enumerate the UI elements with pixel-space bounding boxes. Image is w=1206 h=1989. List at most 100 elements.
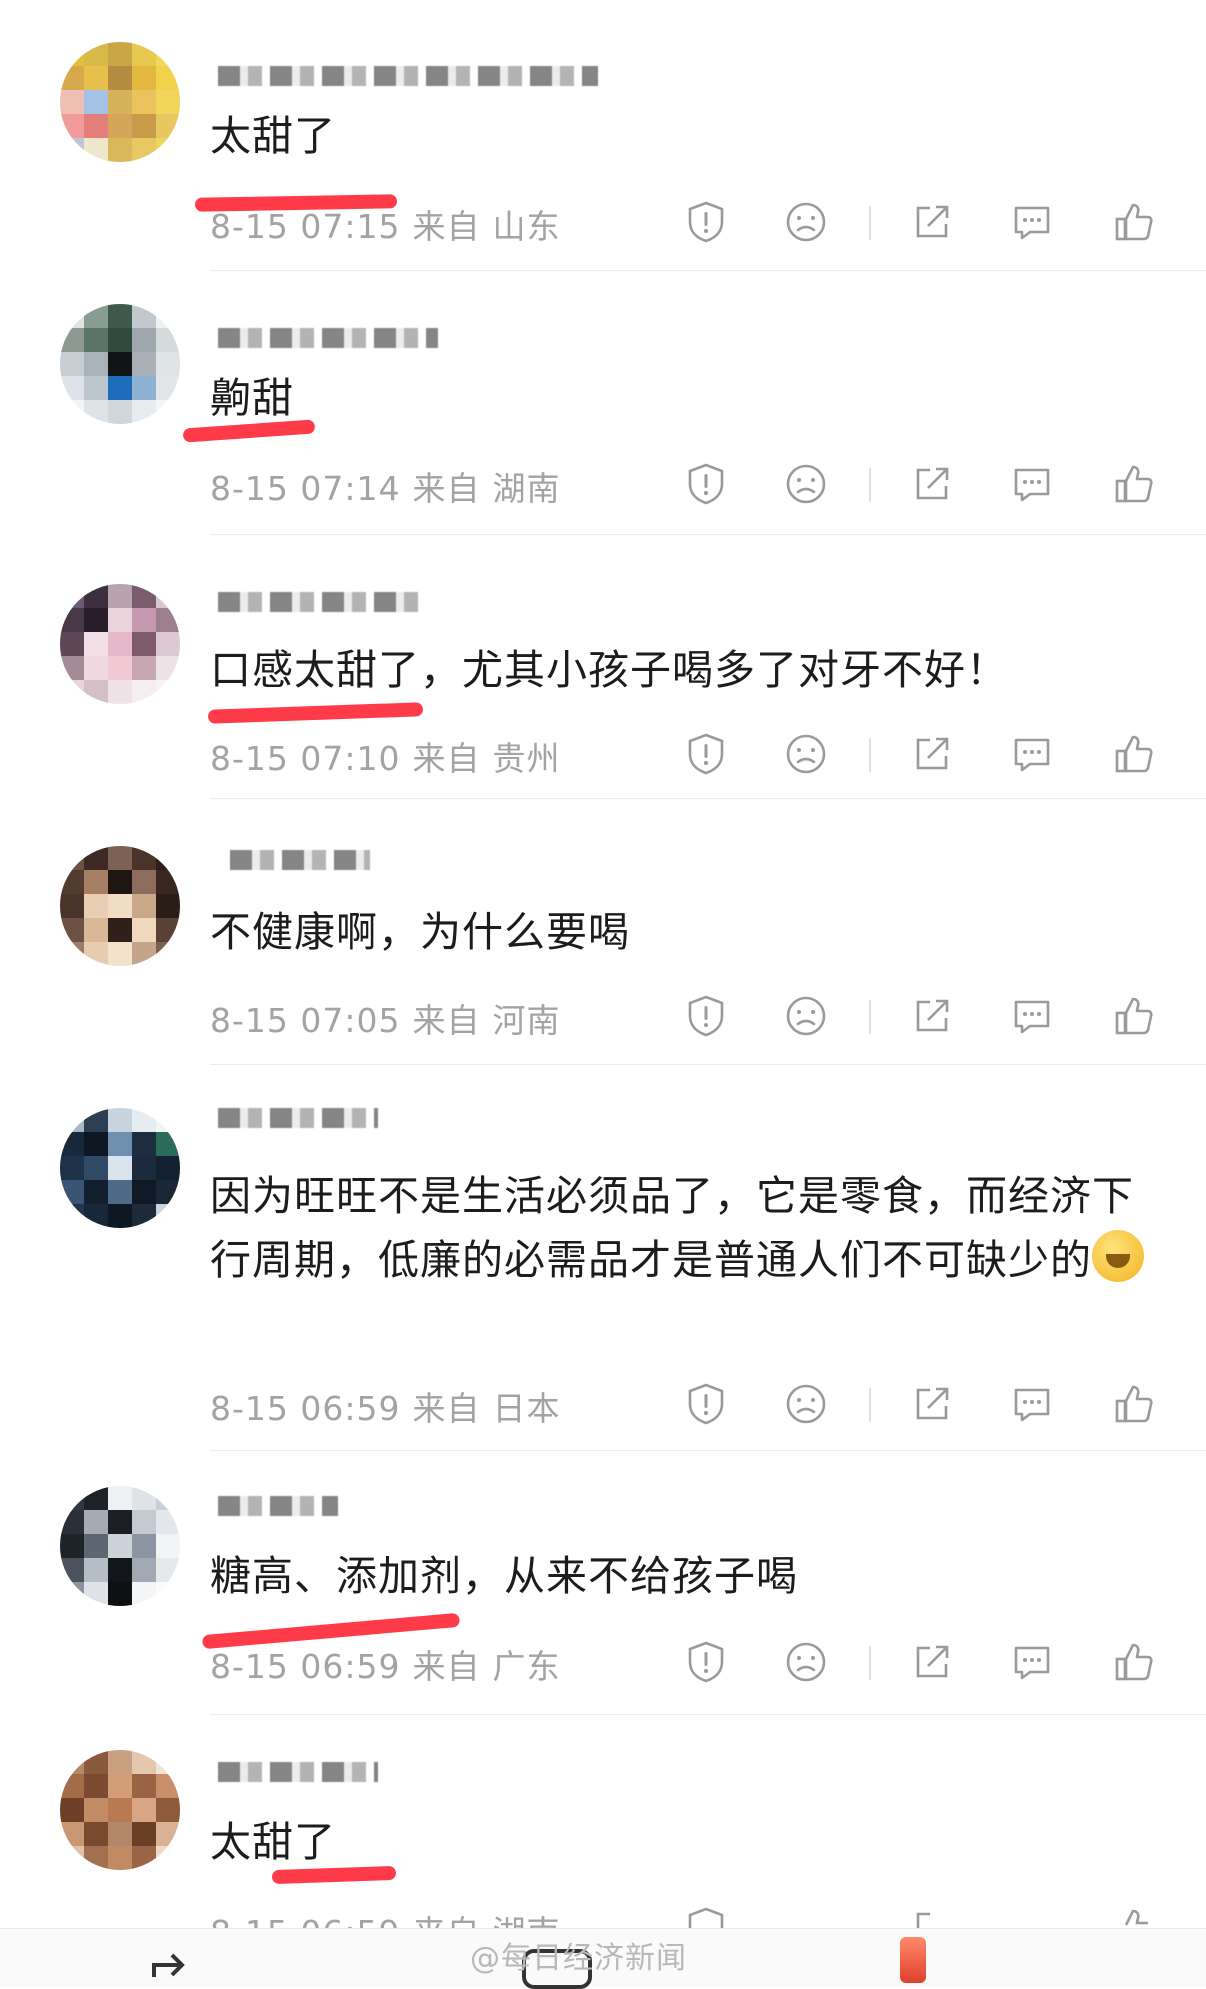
- comment-divider: [210, 270, 1206, 271]
- avatar[interactable]: [60, 304, 180, 424]
- comment-actions: [680, 196, 1160, 256]
- watermark: @每日经济新闻: [470, 1941, 687, 1976]
- crying-emoji-icon: [1092, 1230, 1144, 1282]
- username-blurred[interactable]: [218, 328, 438, 348]
- comment-location: 湖南: [492, 469, 561, 508]
- comment-text: 齁甜: [210, 374, 294, 422]
- like-icon[interactable]: [1108, 728, 1160, 780]
- comment-date: 8-15 07:10: [210, 739, 401, 778]
- like-icon[interactable]: [1108, 1378, 1160, 1430]
- share-icon[interactable]: [906, 458, 958, 510]
- share-icon[interactable]: [906, 196, 958, 248]
- comment-location: 山东: [492, 207, 561, 246]
- share-icon[interactable]: [906, 728, 958, 780]
- share-icon[interactable]: [906, 990, 958, 1042]
- avatar[interactable]: [60, 584, 180, 704]
- share-icon[interactable]: [906, 1378, 958, 1430]
- comment: 太甜了 8-15 07:15 来自 山东: [0, 0, 1206, 272]
- like-icon[interactable]: [1108, 990, 1160, 1042]
- comment-source: 来自: [412, 739, 481, 778]
- comment-divider: [210, 534, 1206, 535]
- comment-divider: [210, 1714, 1206, 1715]
- username-blurred[interactable]: [230, 850, 370, 870]
- comment: 口感太甜了，尤其小孩子喝多了对牙不好！ 8-15 07:10 来自 贵州: [0, 536, 1206, 800]
- comment-actions: [680, 1378, 1160, 1438]
- comment-text: 糖高、添加剂，从来不给孩子喝: [210, 1552, 798, 1600]
- report-icon[interactable]: [680, 458, 732, 510]
- comment-text: 太甜了: [210, 112, 336, 160]
- comment-date: 8-15 07:14: [210, 469, 401, 508]
- avatar[interactable]: [60, 1108, 180, 1228]
- avatar[interactable]: [60, 42, 180, 162]
- like-count-icon[interactable]: [900, 1937, 926, 1983]
- reply-icon[interactable]: [1006, 458, 1058, 510]
- dislike-icon[interactable]: [780, 990, 832, 1042]
- comment-actions: [680, 728, 1160, 788]
- username-blurred[interactable]: [218, 1108, 378, 1128]
- red-underline: [207, 702, 424, 724]
- avatar[interactable]: [60, 846, 180, 966]
- comment-source: 来自: [412, 1647, 481, 1686]
- comment-actions: [680, 1902, 1160, 1928]
- forward-icon[interactable]: [150, 1947, 190, 1987]
- username-blurred[interactable]: [218, 66, 598, 86]
- comment-source: 来自: [412, 1001, 481, 1040]
- comment-divider: [210, 1064, 1206, 1065]
- comment: 齁甜 8-15 07:14 来自 湖南: [0, 272, 1206, 536]
- comment-date: 8-15 06:59: [210, 1647, 401, 1686]
- username-blurred[interactable]: [218, 592, 418, 612]
- divider: [869, 738, 871, 772]
- red-underline: [271, 1865, 397, 1885]
- avatar[interactable]: [60, 1750, 180, 1870]
- like-icon[interactable]: [1108, 1902, 1160, 1928]
- comment-meta: 8-15 07:05 来自 河南: [210, 994, 573, 1042]
- dislike-icon[interactable]: [780, 1636, 832, 1688]
- comment-meta: 8-15 06:59 来自湖南: [210, 1906, 573, 1928]
- report-icon[interactable]: [680, 1378, 732, 1430]
- report-icon[interactable]: [680, 1902, 732, 1928]
- comment: 太甜了 8-15 06:59 来自湖南: [0, 1716, 1206, 1928]
- comment-location: 贵州: [492, 739, 561, 778]
- comment-text: 口感太甜了，尤其小孩子喝多了对牙不好！: [210, 646, 1008, 694]
- comment-meta: 8-15 07:10 来自 贵州: [210, 732, 573, 780]
- comment-date: 8-15 06:59: [210, 1913, 401, 1928]
- reply-icon[interactable]: [1006, 1636, 1058, 1688]
- reply-icon[interactable]: [1006, 728, 1058, 780]
- share-icon[interactable]: [906, 1902, 958, 1928]
- username-blurred[interactable]: [218, 1496, 338, 1516]
- dislike-icon[interactable]: [780, 1378, 832, 1430]
- comment-source: 来自: [413, 1913, 481, 1928]
- comment-location: 日本: [492, 1389, 561, 1428]
- divider: [869, 206, 871, 240]
- comment: 不健康啊，为什么要喝 8-15 07:05 来自 河南: [0, 800, 1206, 1066]
- report-icon[interactable]: [680, 728, 732, 780]
- divider: [869, 468, 871, 502]
- report-icon[interactable]: [680, 1636, 732, 1688]
- comment-date: 8-15 07:05: [210, 1001, 401, 1040]
- reply-icon[interactable]: [1006, 990, 1058, 1042]
- like-icon[interactable]: [1108, 1636, 1160, 1688]
- reply-icon[interactable]: [1006, 1378, 1058, 1430]
- comment: 因为旺旺不是生活必须品了，它是零食，而经济下行周期，低廉的必需品才是普通人们不可…: [0, 1066, 1206, 1452]
- comment-divider: [210, 798, 1206, 799]
- comment-text: 不健康啊，为什么要喝: [210, 908, 630, 956]
- comment-meta: 8-15 06:59 来自 广东: [210, 1640, 573, 1688]
- like-icon[interactable]: [1108, 458, 1160, 510]
- comment-text-content: 因为旺旺不是生活必须品了，它是零食，而经济下行周期，低廉的必需品才是普通人们不可…: [210, 1172, 1134, 1284]
- dislike-icon[interactable]: [780, 196, 832, 248]
- comment-divider: [210, 1450, 1206, 1451]
- dislike-icon[interactable]: [780, 728, 832, 780]
- dislike-icon[interactable]: [780, 458, 832, 510]
- comment-location: 湖南: [493, 1913, 561, 1928]
- report-icon[interactable]: [680, 196, 732, 248]
- report-icon[interactable]: [680, 990, 732, 1042]
- username-blurred[interactable]: [218, 1762, 378, 1782]
- comment-actions: [680, 990, 1160, 1050]
- like-icon[interactable]: [1108, 196, 1160, 248]
- comment-location: 广东: [492, 1647, 561, 1686]
- divider: [869, 1000, 871, 1034]
- reply-icon[interactable]: [1006, 196, 1058, 248]
- comment: 糖高、添加剂，从来不给孩子喝 8-15 06:59 来自 广东: [0, 1452, 1206, 1716]
- share-icon[interactable]: [906, 1636, 958, 1688]
- avatar[interactable]: [60, 1486, 180, 1606]
